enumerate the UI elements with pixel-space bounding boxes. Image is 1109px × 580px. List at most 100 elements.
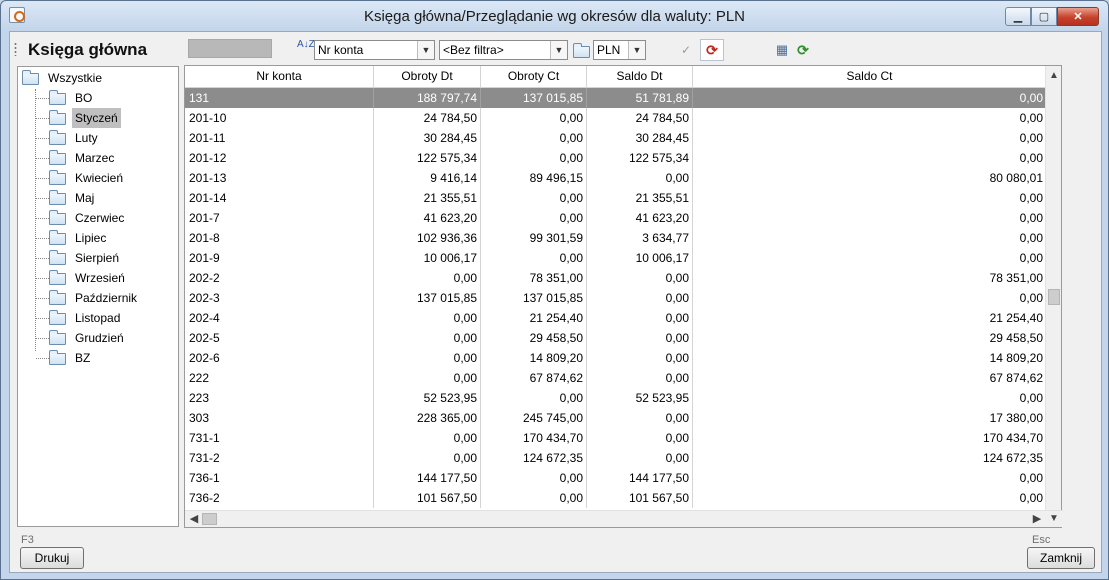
horizontal-scroll-thumb[interactable]: [202, 513, 217, 525]
table-cell: 202-2: [185, 268, 374, 288]
table-cell: 0,00: [1019, 111, 1043, 125]
window-title: Księga główna/Przeglądanie wg okresów dl…: [363, 8, 746, 25]
table-row[interactable]: 223 52 523,95 0,00 52 523,95 0,00: [185, 388, 1046, 408]
currency-select[interactable]: PLN ▼: [593, 40, 646, 60]
table-cell: 137 015,85: [481, 288, 587, 308]
table-row[interactable]: 201-10 24 784,50 0,00 24 784,50 0,00: [185, 108, 1046, 128]
refresh-red-icon: ⟳: [706, 42, 718, 58]
table-cell: 29 458,50: [481, 328, 587, 348]
vertical-scrollbar[interactable]: ▲: [1045, 66, 1061, 512]
table-cell: 0,00: [374, 348, 481, 368]
toolbar-grip-icon[interactable]: [14, 42, 17, 56]
table-cell: 52 523,95: [374, 388, 481, 408]
folder-icon[interactable]: [573, 43, 590, 58]
folder-icon: [49, 150, 66, 165]
table-cell: 14 809,20: [989, 351, 1043, 365]
chevron-down-icon[interactable]: ▼: [550, 41, 567, 59]
chevron-down-icon[interactable]: ▼: [417, 41, 434, 59]
table-cell: 10 006,17: [374, 248, 481, 268]
table-cell: 736-1: [185, 468, 374, 488]
table-row[interactable]: 201-14 21 355,51 0,00 21 355,51 0,00: [185, 188, 1046, 208]
sort-field-select[interactable]: Nr konta ▼: [314, 40, 435, 60]
tree-connector: [36, 298, 49, 299]
table-cell: 52 523,95: [587, 388, 693, 408]
table-row[interactable]: 731-1 0,00 170 434,70 0,00 170 434,70: [185, 428, 1046, 448]
table-row[interactable]: 222 0,00 67 874,62 0,00 67 874,62: [185, 368, 1046, 388]
table-cell: 122 575,34: [374, 148, 481, 168]
table-row[interactable]: 201-8 102 936,36 99 301,59 3 634,77 0,00: [185, 228, 1046, 248]
table-cell: 201-12: [185, 148, 374, 168]
table-cell: 0,00: [587, 428, 693, 448]
table-cell: 0,00: [587, 288, 693, 308]
table-cell: 24 784,50: [587, 108, 693, 128]
tree-root-label: Wszystkie: [48, 71, 102, 85]
close-shortcut-hint: Esc: [1032, 534, 1051, 546]
scroll-down-icon[interactable]: ▼: [1046, 511, 1062, 527]
table-row[interactable]: 202-2 0,00 78 351,00 0,00 78 351,00: [185, 268, 1046, 288]
scroll-left-icon[interactable]: ◀: [186, 511, 202, 527]
print-button[interactable]: Drukuj: [20, 547, 84, 569]
table-cell: 0,00: [587, 268, 693, 288]
column-header-obroty-dt[interactable]: Obroty Dt: [374, 66, 481, 88]
table-cell: 731-2: [185, 448, 374, 468]
table-row[interactable]: 201-11 30 284,45 0,00 30 284,45 0,00: [185, 128, 1046, 148]
tree-connector: [36, 138, 49, 139]
table-cell: 101 567,50: [587, 488, 693, 508]
table-row[interactable]: 303 228 365,00 245 745,00 0,00 17 380,00: [185, 408, 1046, 428]
sort-icon[interactable]: A↓Z: [297, 40, 315, 58]
table-row[interactable]: 736-1 144 177,50 0,00 144 177,50 0,00: [185, 468, 1046, 488]
pin-icon[interactable]: ✓: [676, 40, 696, 60]
table-cell: 144 177,50: [374, 468, 481, 488]
table-cell: 0,00: [1019, 391, 1043, 405]
table-row[interactable]: 201-12 122 575,34 0,00 122 575,34 0,00: [185, 148, 1046, 168]
table-cell: 0,00: [1019, 191, 1043, 205]
table-row[interactable]: 202-6 0,00 14 809,20 0,00 14 809,20: [185, 348, 1046, 368]
minimize-button[interactable]: ▁: [1005, 7, 1031, 26]
column-header-nr-konta[interactable]: Nr konta: [185, 66, 374, 88]
close-button[interactable]: Zamknij: [1027, 547, 1095, 569]
table-cell: 201-10: [185, 108, 374, 128]
search-box[interactable]: [188, 39, 272, 58]
filter-select[interactable]: <Bez filtra> ▼: [439, 40, 568, 60]
sort-field-value: Nr konta: [318, 43, 364, 57]
table-cell: 24 784,50: [374, 108, 481, 128]
table-row[interactable]: 202-4 0,00 21 254,40 0,00 21 254,40: [185, 308, 1046, 328]
tree-connector: [35, 89, 36, 351]
tree-item-label: Maj: [75, 191, 95, 205]
tree-item-label: Lipiec: [75, 231, 107, 245]
table-cell: 3 634,77: [587, 228, 693, 248]
table-row[interactable]: 202-5 0,00 29 458,50 0,00 29 458,50: [185, 328, 1046, 348]
tree-connector: [36, 258, 49, 259]
table-cell: 0,00: [1019, 251, 1043, 265]
table-cell: 303: [185, 408, 374, 428]
horizontal-scrollbar[interactable]: ◀ ▶ ▼: [185, 510, 1063, 527]
scroll-up-icon[interactable]: ▲: [1046, 68, 1062, 84]
maximize-button[interactable]: ▢: [1031, 7, 1057, 26]
table-row[interactable]: 202-3 137 015,85 137 015,85 0,00 0,00: [185, 288, 1046, 308]
vertical-scroll-thumb[interactable]: [1048, 289, 1060, 305]
table-view-icon[interactable]: ▦: [772, 40, 792, 60]
refresh-icon[interactable]: ⟳: [793, 40, 813, 60]
tree-item-label: BO: [75, 91, 93, 105]
table-row[interactable]: 201-13 9 416,14 89 496,15 0,00 80 080,01: [185, 168, 1046, 188]
table-row[interactable]: 201-7 41 623,20 0,00 41 623,20 0,00: [185, 208, 1046, 228]
column-header-saldo-ct[interactable]: Saldo Ct: [693, 66, 1046, 88]
table-cell: 0,00: [1019, 91, 1043, 105]
window-controls: ▁ ▢ ✕: [1005, 7, 1099, 27]
table-cell: 0,00: [481, 468, 587, 488]
close-window-button[interactable]: ✕: [1057, 7, 1099, 26]
table-row[interactable]: 731-2 0,00 124 672,35 0,00 124 672,35: [185, 448, 1046, 468]
table-row[interactable]: 131 188 797,74 137 015,85 51 781,89 0,00: [185, 88, 1046, 108]
column-header-saldo-dt[interactable]: Saldo Dt: [587, 66, 693, 88]
chevron-down-icon[interactable]: ▼: [628, 41, 645, 59]
tree-connector: [36, 178, 49, 179]
table-row[interactable]: 736-2 101 567,50 0,00 101 567,50 0,00: [185, 488, 1046, 508]
refresh-toggle-button[interactable]: ⟳: [700, 39, 724, 61]
table-row[interactable]: 201-9 10 006,17 0,00 10 006,17 0,00: [185, 248, 1046, 268]
table-cell: 124 672,35: [481, 448, 587, 468]
table-cell: 0,00: [374, 328, 481, 348]
title-bar[interactable]: Księga główna/Przeglądanie wg okresów dl…: [1, 1, 1108, 31]
scroll-right-icon[interactable]: ▶: [1029, 511, 1045, 527]
column-header-obroty-ct[interactable]: Obroty Ct: [481, 66, 587, 88]
table-cell: 41 623,20: [587, 208, 693, 228]
